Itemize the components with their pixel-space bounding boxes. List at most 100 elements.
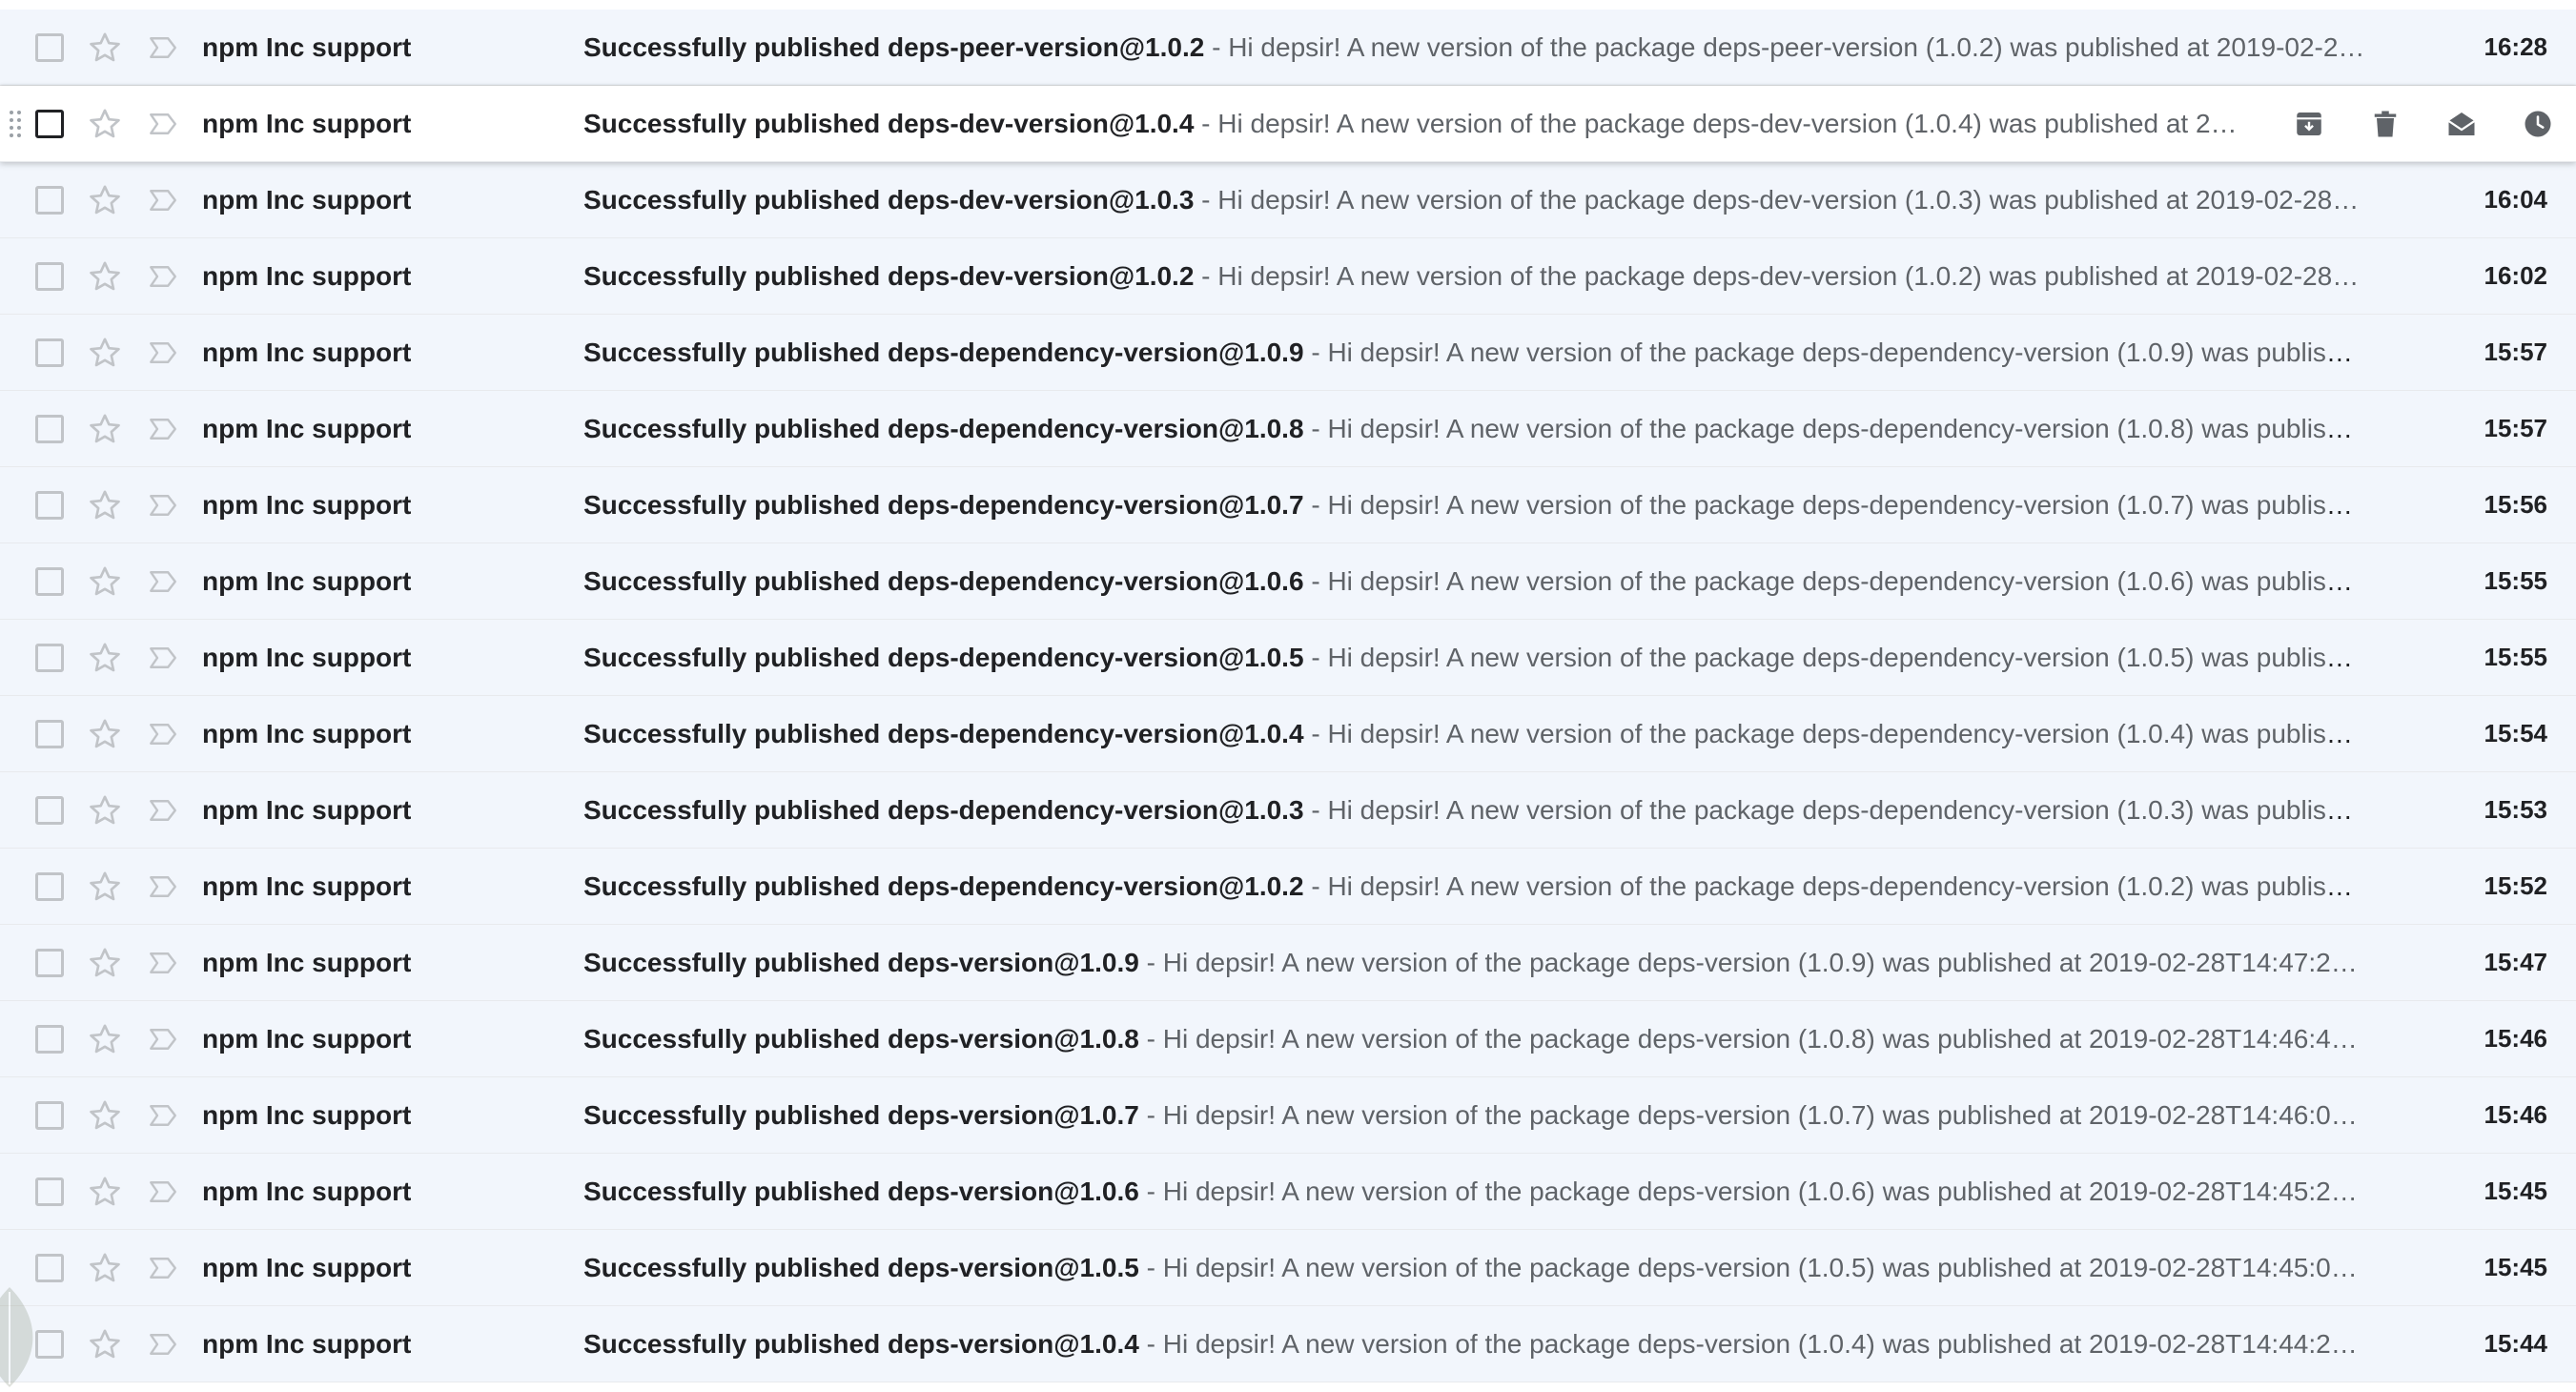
email-content[interactable]: Successfully published deps-version@1.0.… — [583, 1001, 2366, 1076]
email-content[interactable]: Successfully published deps-dependency-v… — [583, 391, 2366, 466]
star-icon[interactable] — [86, 410, 124, 448]
star-icon[interactable] — [86, 105, 124, 143]
email-content[interactable]: Successfully published deps-dependency-v… — [583, 467, 2366, 542]
select-checkbox[interactable] — [35, 872, 64, 901]
star-icon[interactable] — [86, 791, 124, 829]
email-content[interactable]: Successfully published deps-version@1.0.… — [583, 925, 2366, 1000]
email-content[interactable]: Successfully published deps-peer-version… — [583, 10, 2366, 85]
email-snippet: Hi depsir! A new version of the package … — [1217, 185, 2360, 215]
importance-marker-icon[interactable] — [146, 336, 180, 370]
email-row[interactable]: npm Inc support Successfully published d… — [0, 162, 2576, 238]
email-row[interactable]: npm Inc support Successfully published d… — [0, 1077, 2576, 1154]
star-icon[interactable] — [86, 1173, 124, 1211]
email-content[interactable]: Successfully published deps-dev-version@… — [583, 238, 2366, 314]
email-row[interactable]: npm Inc support Successfully published d… — [0, 86, 2576, 162]
star-icon[interactable] — [86, 639, 124, 677]
importance-marker-icon[interactable] — [146, 641, 180, 675]
importance-marker-icon[interactable] — [146, 31, 180, 65]
importance-marker-icon[interactable] — [146, 107, 180, 141]
star-icon[interactable] — [86, 1096, 124, 1135]
email-row[interactable]: npm Inc support Successfully published d… — [0, 315, 2576, 391]
snooze-button[interactable] — [2500, 86, 2576, 161]
email-subject: Successfully published deps-dev-version@… — [583, 109, 1195, 138]
importance-marker-icon[interactable] — [146, 717, 180, 751]
star-icon[interactable] — [86, 257, 124, 296]
email-content[interactable]: Successfully published deps-dependency-v… — [583, 543, 2366, 619]
email-content[interactable]: Successfully published deps-dependency-v… — [583, 772, 2366, 848]
email-row[interactable]: npm Inc support Successfully published d… — [0, 543, 2576, 620]
importance-marker-icon[interactable] — [146, 564, 180, 599]
email-snippet: Hi depsir! A new version of the package … — [1327, 871, 2366, 901]
star-icon[interactable] — [86, 181, 124, 219]
select-checkbox[interactable] — [35, 338, 64, 367]
select-checkbox[interactable] — [35, 33, 64, 62]
drag-handle-icon[interactable] — [10, 111, 23, 137]
select-checkbox[interactable] — [35, 110, 64, 138]
importance-marker-icon[interactable] — [146, 793, 180, 828]
star-icon[interactable] — [86, 868, 124, 906]
email-row[interactable]: npm Inc support Successfully published d… — [0, 849, 2576, 925]
email-row[interactable]: npm Inc support Successfully published d… — [0, 620, 2576, 696]
importance-marker-icon[interactable] — [146, 1251, 180, 1285]
star-icon[interactable] — [86, 334, 124, 372]
select-checkbox[interactable] — [35, 262, 64, 291]
select-checkbox[interactable] — [35, 186, 64, 215]
importance-marker-icon[interactable] — [146, 1327, 180, 1361]
select-checkbox[interactable] — [35, 491, 64, 520]
importance-marker-icon[interactable] — [146, 1175, 180, 1209]
select-checkbox[interactable] — [35, 1101, 64, 1130]
email-row[interactable]: npm Inc support Successfully published d… — [0, 1230, 2576, 1306]
email-row[interactable]: npm Inc support Successfully published d… — [0, 1001, 2576, 1077]
importance-marker-icon[interactable] — [146, 946, 180, 980]
email-snippet: Hi depsir! A new version of the package … — [1327, 719, 2366, 748]
received-time: 15:55 — [2484, 566, 2548, 595]
select-checkbox[interactable] — [35, 949, 64, 977]
email-content[interactable]: Successfully published deps-dependency-v… — [583, 849, 2366, 924]
importance-marker-icon[interactable] — [146, 183, 180, 217]
email-row[interactable]: npm Inc support Successfully published d… — [0, 772, 2576, 849]
select-checkbox[interactable] — [35, 720, 64, 748]
mark-as-unread-button[interactable] — [2423, 86, 2500, 161]
importance-marker-icon[interactable] — [146, 259, 180, 294]
email-content[interactable]: Successfully published deps-version@1.0.… — [583, 1154, 2366, 1229]
importance-marker-icon[interactable] — [146, 412, 180, 446]
star-icon[interactable] — [86, 486, 124, 524]
select-checkbox[interactable] — [35, 796, 64, 825]
importance-marker-icon[interactable] — [146, 488, 180, 522]
email-row[interactable]: npm Inc support Successfully published d… — [0, 1154, 2576, 1230]
email-row[interactable]: npm Inc support Successfully published d… — [0, 391, 2576, 467]
email-row[interactable]: npm Inc support Successfully published d… — [0, 1306, 2576, 1382]
email-content[interactable]: Successfully published deps-version@1.0.… — [583, 1306, 2366, 1382]
email-row[interactable]: npm Inc support Successfully published d… — [0, 10, 2576, 86]
email-content[interactable]: Successfully published deps-version@1.0.… — [583, 1077, 2366, 1153]
star-icon[interactable] — [86, 1020, 124, 1058]
received-time: 15:45 — [2484, 1253, 2548, 1281]
email-row[interactable]: npm Inc support Successfully published d… — [0, 925, 2576, 1001]
importance-marker-icon[interactable] — [146, 1022, 180, 1056]
star-icon[interactable] — [86, 29, 124, 67]
email-content[interactable]: Successfully published deps-version@1.0.… — [583, 1230, 2366, 1305]
select-checkbox[interactable] — [35, 567, 64, 596]
select-checkbox[interactable] — [35, 415, 64, 443]
email-row[interactable]: npm Inc support Successfully published d… — [0, 696, 2576, 772]
email-content[interactable]: Successfully published deps-dependency-v… — [583, 315, 2366, 390]
email-content[interactable]: Successfully published deps-dependency-v… — [583, 620, 2366, 695]
select-checkbox[interactable] — [35, 1177, 64, 1206]
email-row[interactable]: npm Inc support Successfully published d… — [0, 467, 2576, 543]
email-content[interactable]: Successfully published deps-dev-version@… — [583, 86, 2242, 161]
star-icon[interactable] — [86, 944, 124, 982]
email-row[interactable]: npm Inc support Successfully published d… — [0, 238, 2576, 315]
delete-button[interactable] — [2347, 86, 2423, 161]
email-content[interactable]: Successfully published deps-dependency-v… — [583, 696, 2366, 771]
star-icon[interactable] — [86, 563, 124, 601]
email-content[interactable]: Successfully published deps-dev-version@… — [583, 162, 2366, 237]
star-icon[interactable] — [86, 715, 124, 753]
select-checkbox[interactable] — [35, 1025, 64, 1054]
importance-marker-icon[interactable] — [146, 870, 180, 904]
sender-name: npm Inc support — [202, 414, 412, 443]
star-icon[interactable] — [86, 1249, 124, 1287]
select-checkbox[interactable] — [35, 644, 64, 672]
star-icon[interactable] — [86, 1325, 124, 1363]
archive-button[interactable] — [2271, 86, 2347, 161]
importance-marker-icon[interactable] — [146, 1098, 180, 1133]
